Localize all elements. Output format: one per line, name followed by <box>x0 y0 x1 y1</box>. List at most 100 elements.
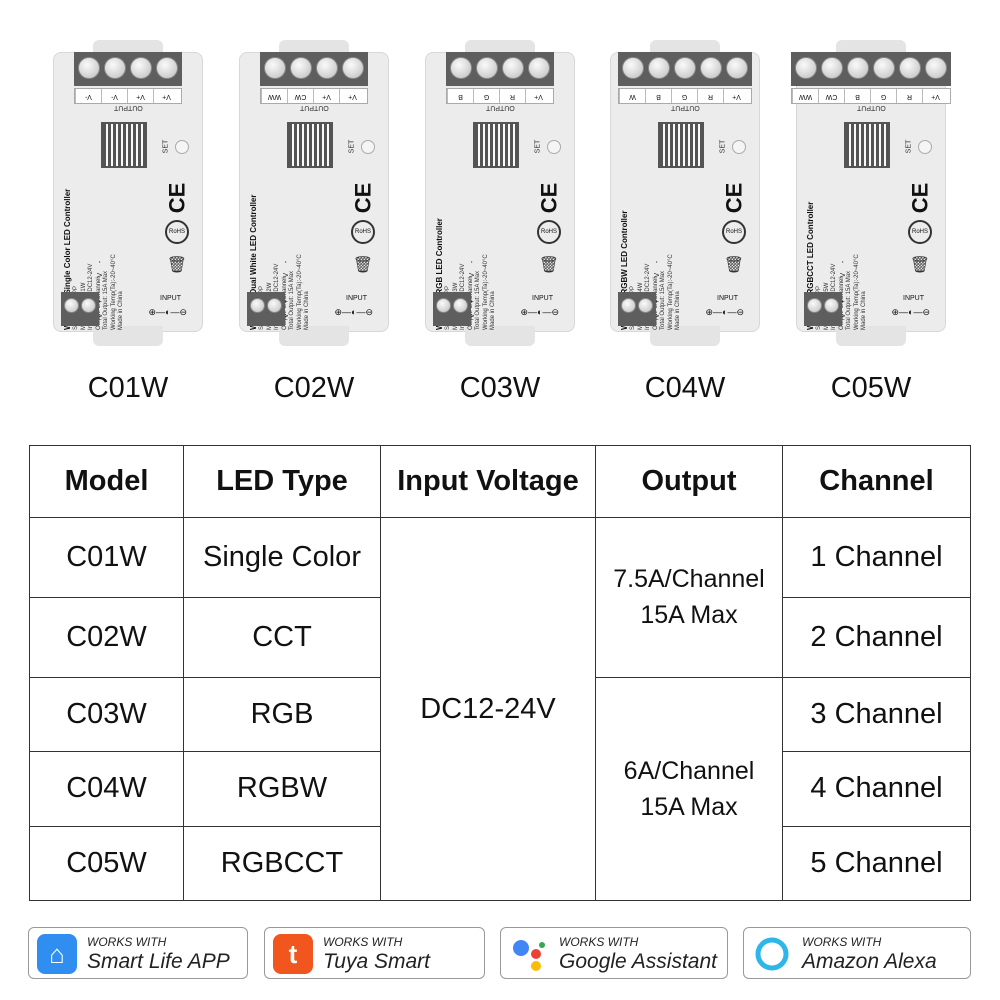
screw-icon <box>250 298 265 313</box>
screw-icon <box>925 57 947 79</box>
cell-output-b: 6A/Channel 15A Max <box>595 676 783 902</box>
output-terminal-label: B <box>447 89 473 103</box>
works-with-badge: ⌂ WORKS WITH Smart Life APP <box>28 927 248 979</box>
table-row: C01W Single Color DC12-24V 7.5A/Channel 1… <box>29 517 971 901</box>
screw-icon <box>674 57 696 79</box>
smart-life-icon: ⌂ <box>37 934 77 974</box>
cell-voltage: DC12-24V <box>380 517 596 901</box>
output-b-line2: 15A Max <box>640 792 738 821</box>
screw-icon <box>700 57 722 79</box>
input-label: INPUT <box>346 295 367 302</box>
device-model-caption: C04W <box>644 372 726 404</box>
output-labels: W B G R V+ <box>618 88 752 104</box>
output-label: OUTPUT <box>114 104 143 111</box>
made-text: Made in China <box>675 291 681 330</box>
temp-text: Working Temp(Ta):-20~40°C <box>482 254 489 330</box>
controller-device: W B G R V+ OUTPUT WiFi&BT RGBW LED Controlle… <box>610 40 760 346</box>
screw-icon <box>821 57 843 79</box>
set-label: SET <box>534 139 542 154</box>
output-terminal-label: G <box>671 89 697 103</box>
output-terminal-label: R <box>697 89 723 103</box>
screw-icon <box>104 57 126 79</box>
input-label: INPUT <box>717 295 738 302</box>
screw-icon <box>130 57 152 79</box>
output-terminal-label: B <box>645 89 671 103</box>
screw-icon <box>81 298 96 313</box>
controller-device: BGRV+ OUTPUT WiFi&BT RGB LED ControllerS… <box>425 40 575 346</box>
output-a-line1: 7.5A/Channel <box>613 565 765 594</box>
cell-model: C03W <box>29 676 184 753</box>
screw-icon <box>156 57 178 79</box>
screw-icon <box>453 298 468 313</box>
screw-icon <box>638 298 653 313</box>
set-button <box>175 140 189 154</box>
screw-icon <box>316 57 338 79</box>
output-terminal-label: V+ <box>723 89 749 103</box>
input-label: INPUT <box>160 295 181 302</box>
cell-channel: 5 Channel <box>782 825 971 902</box>
output-terminal-label: V+ <box>127 89 153 103</box>
output-terminal-label: V+ <box>153 89 179 103</box>
screw-icon <box>290 57 312 79</box>
ce-mark-icon: CE <box>721 182 747 214</box>
output-terminal-label: R <box>499 89 525 103</box>
table-header: Model LED Type Input Voltage Output Chan… <box>29 445 971 518</box>
platform-name: Amazon Alexa <box>802 950 937 973</box>
works-with-badge: WORKS WITH Google Assistant <box>500 927 728 979</box>
cell-channel: 4 Channel <box>782 751 971 827</box>
polarity-icon: ⊕—◐—⊖ <box>891 307 930 317</box>
header-model: Model <box>29 445 184 518</box>
set-label: SET <box>905 139 913 154</box>
cell-model: C01W <box>29 517 184 598</box>
output-terminal-label: CW <box>818 89 844 103</box>
ce-mark-icon: CE <box>164 182 190 214</box>
screw-icon <box>64 298 79 313</box>
temp-text: Working Temp(Ta):-20~40°C <box>667 254 674 330</box>
screw-icon <box>502 57 524 79</box>
output-terminal-label: WW <box>792 89 818 103</box>
made-text: Made in China <box>490 291 496 330</box>
output-terminal-label: V+ <box>525 89 551 103</box>
screw-icon <box>342 57 364 79</box>
screw-icon <box>436 298 451 313</box>
polarity-icon: ⊕—◐—⊖ <box>334 307 373 317</box>
cell-output-a: 7.5A/Channel 15A Max <box>595 517 783 678</box>
works-with-text: WORKS WITH <box>87 935 167 949</box>
screw-icon <box>264 57 286 79</box>
platform-name: Smart Life APP <box>87 950 230 973</box>
weee-bin-icon: 🗑 <box>166 257 187 274</box>
screw-icon <box>873 57 895 79</box>
output-terminal-label: G <box>870 89 896 103</box>
cell-type: RGBW <box>183 751 381 827</box>
screw-icon <box>795 57 817 79</box>
output-terminal-label: B <box>844 89 870 103</box>
weee-bin-icon: 🗑 <box>723 257 744 274</box>
cell-channel: 3 Channel <box>782 676 971 753</box>
set-label: SET <box>719 139 727 154</box>
input-label: INPUT <box>532 295 553 302</box>
set-button <box>918 140 932 154</box>
output-label: OUTPUT <box>300 104 329 111</box>
temp-text: Working Temp(Ta):-20~40°C <box>296 254 303 330</box>
controller-device: WW CW B G R V+ OUTPUT WiFi&BT RGBCCT LED Cont… <box>791 40 951 346</box>
platform-name: Google Assistant <box>559 950 717 973</box>
set-label: SET <box>348 139 356 154</box>
screw-icon <box>78 57 100 79</box>
polarity-icon: ⊕—◐—⊖ <box>148 307 187 317</box>
screw-icon <box>824 298 839 313</box>
cell-type: Single Color <box>183 517 381 598</box>
output-a-line2: 15A Max <box>640 601 738 630</box>
set-label: SET <box>162 139 170 154</box>
works-with-badge: t WORKS WITH Tuya Smart <box>264 927 485 979</box>
output-terminal <box>618 52 752 86</box>
screw-icon <box>476 57 498 79</box>
platform-name: Tuya Smart <box>323 950 430 973</box>
rohs-icon: RoHS <box>165 220 189 244</box>
screw-icon <box>847 57 869 79</box>
screw-icon <box>528 57 550 79</box>
rohs-icon: RoHS <box>908 220 932 244</box>
header-led-type: LED Type <box>183 445 381 518</box>
input-terminal <box>804 292 842 326</box>
rohs-icon: RoHS <box>722 220 746 244</box>
alexa-icon <box>752 934 792 974</box>
